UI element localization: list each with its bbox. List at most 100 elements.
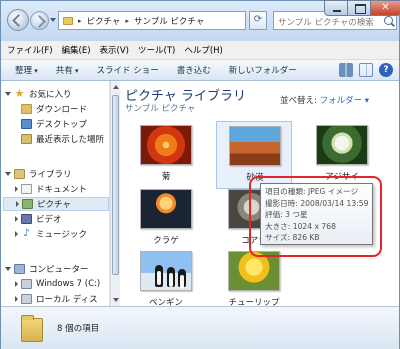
menu-help[interactable]: ヘルプ(H) [184,44,223,56]
nav-label: ローカル ディス [36,295,98,305]
library-subtitle: サンプル ピクチャ [125,104,196,114]
change-view-icon[interactable] [339,63,353,77]
menu-bar: ファイル(F) 編集(E) 表示(V) ツール(T) ヘルプ(H) [1,41,399,60]
hydrangeas-thumbnail [316,125,368,165]
navigation-scrollbar[interactable] [110,81,120,306]
pictures-icon [22,199,33,209]
penguin-shape [155,265,163,287]
share-button[interactable]: 共有 [56,64,79,76]
penguin-shape [178,269,186,289]
new-folder-button[interactable]: 新しいフォルダー [229,64,297,76]
desktop-icon [21,119,32,129]
menu-edit[interactable]: 編集(E) [62,44,91,56]
nav-documents[interactable]: ドキュメント [15,182,87,196]
nav-computer[interactable]: コンピューター [5,262,89,276]
recent-places-icon [21,134,32,144]
scroll-thumb[interactable] [112,95,119,275]
file-name: チューリップ [228,298,280,306]
nav-label: 最近表示した場所 [36,135,105,145]
menu-view[interactable]: 表示(V) [100,44,129,56]
scroll-up-icon[interactable] [113,85,119,89]
nav-label: ライブラリ [29,170,72,180]
arrange-by[interactable]: 並べ替え: フォルダー ▾ [280,94,369,106]
organize-button[interactable]: 整理 [15,64,38,76]
expand-icon[interactable] [5,92,11,96]
nav-music[interactable]: ♪ ミュージック [15,227,87,241]
downloads-folder-icon [21,104,32,114]
nav-local-disk[interactable]: ローカル ディス [15,292,98,306]
scroll-down-icon[interactable] [113,298,119,302]
file-tile[interactable]: クラゲ [128,185,204,253]
title-bar: ▸ ピクチャ ▸ サンプル ピクチャ ⟳ サンプル ピクチャの検索 ✕ [1,0,400,41]
file-tile[interactable]: 菊 [128,121,204,189]
back-button[interactable] [7,9,29,31]
nav-downloads[interactable]: ダウンロード [21,102,87,116]
penguins-thumbnail [140,251,192,291]
expand-icon[interactable] [5,267,11,271]
expand-icon[interactable] [16,201,19,207]
file-tile[interactable]: ペンギン [128,247,204,306]
nav-label: ドキュメント [36,185,88,195]
forward-button[interactable] [30,11,49,30]
videos-icon [21,214,32,224]
libraries-icon [14,169,25,179]
menu-file[interactable]: ファイル(F) [7,44,53,56]
nav-label: ビデオ [36,215,62,225]
address-bar[interactable]: ▸ ピクチャ ▸ サンプル ピクチャ [58,11,301,30]
expand-icon[interactable] [5,172,11,176]
expand-icon[interactable] [15,231,18,237]
details-pane: 8 個の項目 [1,306,399,349]
expand-icon[interactable] [15,216,18,222]
folder-icon [63,16,73,25]
expand-icon[interactable] [15,296,18,302]
tulips-thumbnail [228,251,280,291]
close-button[interactable]: ✕ [370,0,400,16]
nav-desktop[interactable]: デスクトップ [21,117,87,131]
maximize-button[interactable] [347,0,371,16]
nav-pictures[interactable]: ピクチャ [3,197,109,211]
chevron-down-icon[interactable]: ▾ [365,96,369,106]
item-count: 8 個の項目 [57,324,100,334]
arrange-value[interactable]: フォルダー [320,96,363,106]
jellyfish-thumbnail [140,189,192,229]
minimize-button[interactable] [324,0,348,16]
file-name: クラゲ [153,236,179,246]
nav-label: お気に入り [29,90,72,100]
nav-label: ピクチャ [37,200,71,210]
arrange-label: 並べ替え: [280,96,317,106]
recent-pages-dropdown[interactable] [50,18,56,22]
explorer-window: ▸ ピクチャ ▸ サンプル ピクチャ ⟳ サンプル ピクチャの検索 ✕ ファイル… [0,0,400,349]
breadcrumb-separator[interactable]: ▸ [78,17,82,25]
search-icon[interactable] [384,16,393,25]
computer-icon [14,264,25,274]
nav-drive-c[interactable]: Windows 7 (C:) [15,277,100,291]
star-icon: ★ [14,87,25,100]
nav-recent-places[interactable]: 最近表示した場所 [21,132,104,146]
nav-label: ミュージック [36,230,87,240]
breadcrumb-pictures[interactable]: ピクチャ [87,15,121,27]
search-placeholder: サンプル ピクチャの検索 [278,18,374,28]
nav-favorites[interactable]: ★ お気に入り [5,87,72,101]
nav-label: Windows 7 (C:) [36,279,101,289]
navigation-pane: ★ お気に入り ダウンロード デスクトップ 最近表示した場所 ライブラリ ドキュ… [1,81,110,306]
expand-icon[interactable] [15,186,18,192]
preview-pane-icon[interactable] [359,63,373,77]
nav-videos[interactable]: ビデオ [15,212,62,226]
burn-button[interactable]: 書き込む [177,64,211,76]
drive-icon [21,279,32,289]
nav-label: ダウンロード [36,105,88,115]
drive-icon [21,294,32,304]
slideshow-button[interactable]: スライド ショー [97,64,159,76]
nav-label: コンピューター [29,265,89,275]
refresh-button[interactable]: ⟳ [249,11,267,30]
file-name: 菊 [161,172,171,182]
documents-icon [21,184,32,194]
menu-tools[interactable]: ツール(T) [138,44,175,56]
expand-icon[interactable] [15,281,18,287]
breadcrumb-sample-pictures[interactable]: サンプル ピクチャ [134,15,204,27]
chrysanthemum-thumbnail [140,125,192,165]
command-bar: 整理 共有 スライド ショー 書き込む 新しいフォルダー ? [1,60,399,81]
breadcrumb-separator[interactable]: ▸ [125,17,129,25]
help-icon[interactable]: ? [379,63,393,77]
nav-libraries[interactable]: ライブラリ [5,167,72,181]
